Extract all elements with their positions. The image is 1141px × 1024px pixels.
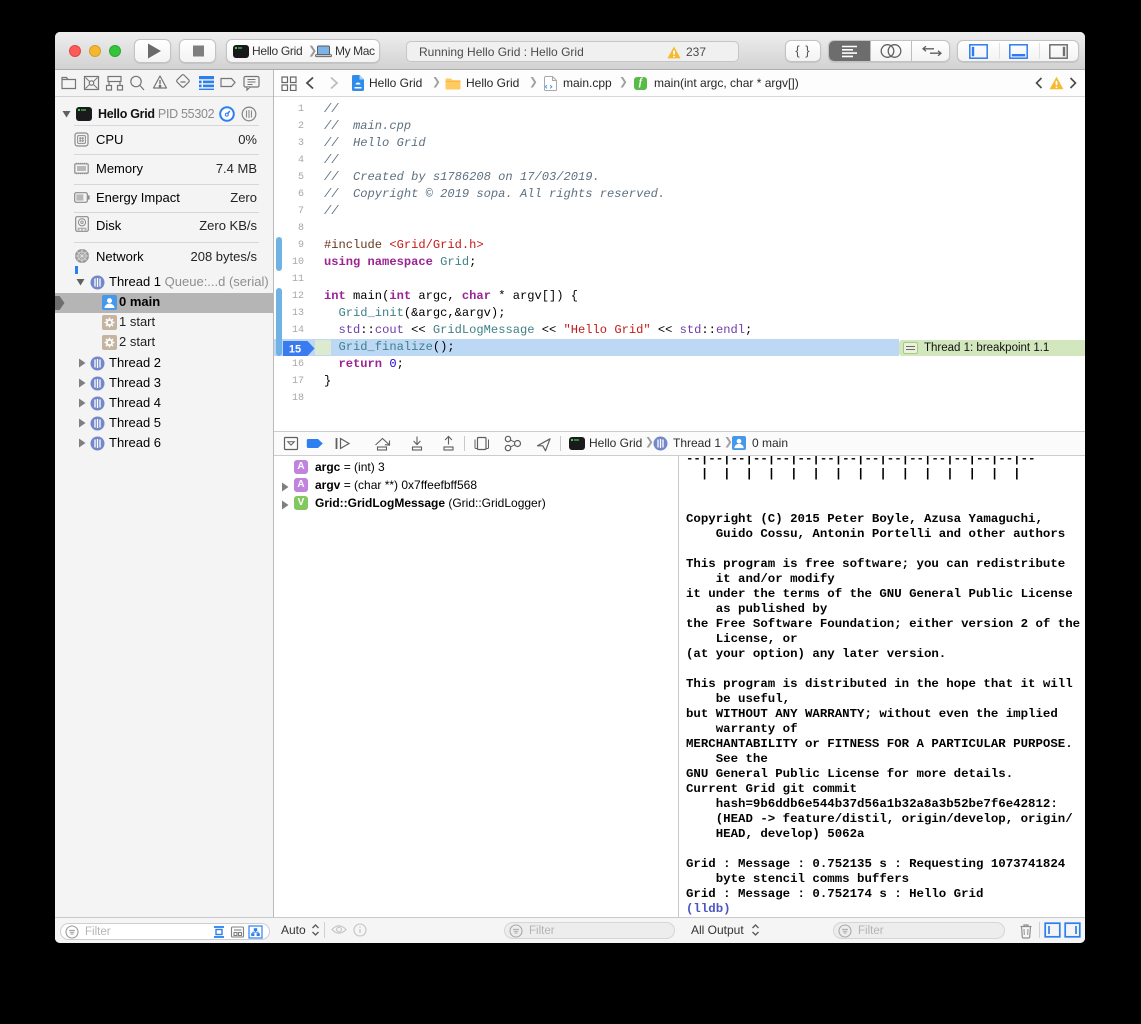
svg-text:15: 15 — [289, 343, 301, 355]
